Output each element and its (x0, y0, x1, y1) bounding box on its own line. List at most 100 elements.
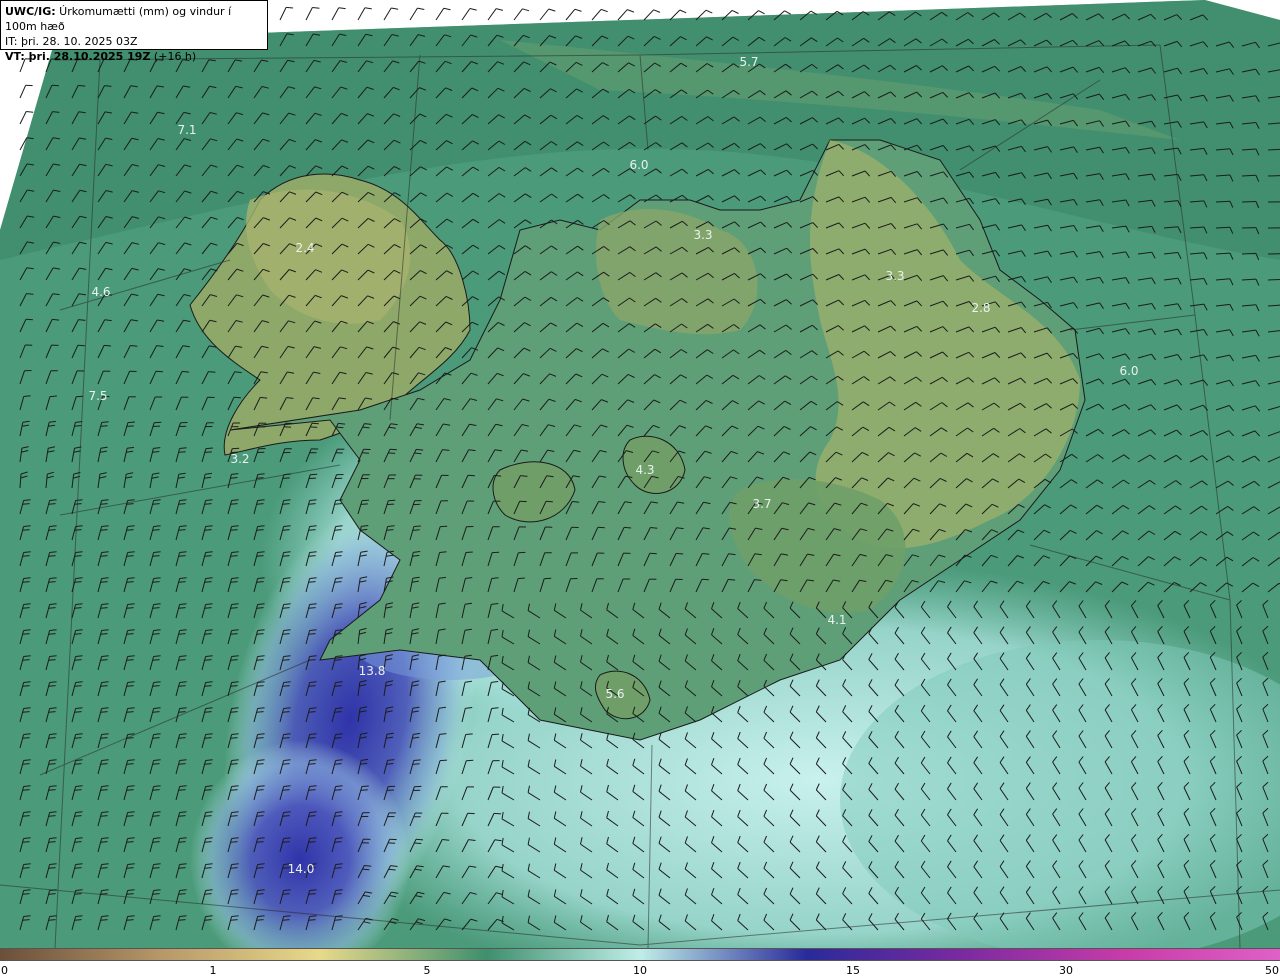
wind-barb-flag (127, 421, 135, 424)
wind-barb-flag (283, 681, 291, 683)
wind-barb-flag (230, 815, 238, 817)
colorbar-tick: 0 (1, 964, 8, 977)
wind-barb-flag (309, 577, 317, 579)
wind-barb-flag (334, 893, 342, 895)
wind-barb-flag (256, 893, 264, 895)
wind-barb-flag (101, 811, 109, 813)
wind-barb-flag (75, 707, 83, 709)
wind-barb-flag (257, 655, 265, 657)
wind-barb-flag (22, 763, 30, 765)
wind-barb-flag (101, 863, 109, 865)
wind-barb-flag (178, 841, 186, 843)
value-label: 4.3 (635, 463, 655, 477)
wind-barb-flag (75, 629, 83, 631)
wind-barb-flag (48, 789, 56, 791)
wind-barb-flag (231, 863, 239, 865)
wind-barb-flag (101, 525, 109, 527)
wind-barb-flag (100, 425, 108, 427)
wind-barb-flag (49, 525, 57, 527)
wind-barb-flag (309, 759, 317, 761)
wind-barb-flag (153, 785, 161, 787)
wind-barb-flag (230, 659, 238, 661)
wind-barb (1267, 278, 1280, 281)
wind-barb-flag (230, 763, 238, 765)
wind-barb-flag (257, 551, 265, 553)
wind-barb-flag (126, 737, 134, 739)
wind-barb-flag (179, 759, 187, 761)
wind-barb-flag (152, 737, 160, 739)
wind-barb-flag (101, 837, 109, 839)
wind-barb-flag (205, 681, 213, 683)
wind-barb-flag (75, 785, 83, 787)
wind-barb (1241, 252, 1257, 255)
wind-barb-flag (23, 889, 31, 891)
wind-barb-flag (49, 863, 57, 865)
wind-barb-flag (204, 581, 212, 583)
wind-barb-flag (23, 759, 31, 761)
wind-barb-flag (48, 763, 56, 765)
colorbar-gradient (0, 948, 1280, 961)
wind-barb-flag (153, 629, 161, 631)
colorbar-tick: 50 (1265, 964, 1279, 977)
wind-barb-flag (153, 525, 161, 527)
wind-barb-flag (676, 552, 684, 555)
wind-barb-flag (283, 499, 291, 501)
wind-barb-flag (178, 763, 186, 765)
wind-barb-flag (334, 815, 342, 817)
wind-barb-flag (231, 733, 239, 735)
wind-barb-flag (153, 551, 161, 553)
wind-barb-flag (335, 499, 343, 501)
wind-barb-flag (179, 915, 187, 917)
value-label: 5.6 (605, 687, 625, 701)
wind-barb-flag (283, 655, 291, 657)
wind-barb-flag (75, 655, 83, 657)
wind-barb-flag (204, 607, 212, 609)
wind-barb-flag (74, 763, 82, 765)
wind-barb-flag (205, 447, 213, 450)
wind-barb-flag (74, 867, 82, 869)
wind-barb-flag (233, 396, 241, 399)
wind-barb-flag (178, 607, 186, 609)
wind-barb-flag (308, 659, 316, 661)
wind-barb-flag (335, 837, 343, 839)
wind-barb-flag (282, 737, 290, 739)
wind-barb-flag (205, 629, 213, 631)
wind-barb-flag (335, 629, 343, 631)
value-label: 14.0 (287, 862, 315, 876)
wind-barb-flag (100, 529, 108, 531)
wind-barb-flag (231, 811, 239, 813)
wind-barb-flag (256, 633, 264, 635)
wind-barb-flag (179, 629, 187, 631)
wind-barb-flag (153, 603, 161, 605)
wind-barb-flag (205, 655, 213, 657)
wind-barb-flag (282, 711, 290, 713)
wind-barb-flag (282, 789, 290, 791)
wind-barb-flag (361, 785, 369, 787)
wind-barb-flag (49, 629, 57, 631)
wind-barb-flag (127, 811, 135, 813)
wind-barb-flag (257, 707, 265, 709)
wind-barb-flag (335, 603, 343, 605)
wind-barb-flag (75, 681, 83, 683)
wind-barb-flag (178, 789, 186, 791)
wind-barb-flag (387, 525, 395, 527)
wind-barb-flag (126, 815, 134, 817)
wind-barb-flag (439, 759, 448, 762)
colorbar-tick: 10 (633, 964, 647, 977)
wind-barb-flag (624, 526, 632, 529)
wind-barb-flag (179, 863, 187, 865)
wind-barb-flag (308, 763, 316, 765)
wind-barb-flag (74, 737, 82, 739)
wind-barb-flag (23, 525, 31, 527)
wind-barb-flag (152, 711, 160, 713)
wind-barb-flag (178, 581, 186, 583)
wind-barb-flag (74, 633, 82, 635)
wind-barb-flag (309, 525, 317, 527)
value-label: 4.6 (91, 285, 111, 299)
wind-barb-flag (256, 659, 264, 661)
wind-barb-flag (442, 839, 450, 841)
wind-barb-flag (230, 581, 238, 583)
wind-barb-flag (388, 452, 396, 454)
wind-barb-flag (308, 503, 316, 505)
wind-barb-flag (48, 841, 56, 843)
